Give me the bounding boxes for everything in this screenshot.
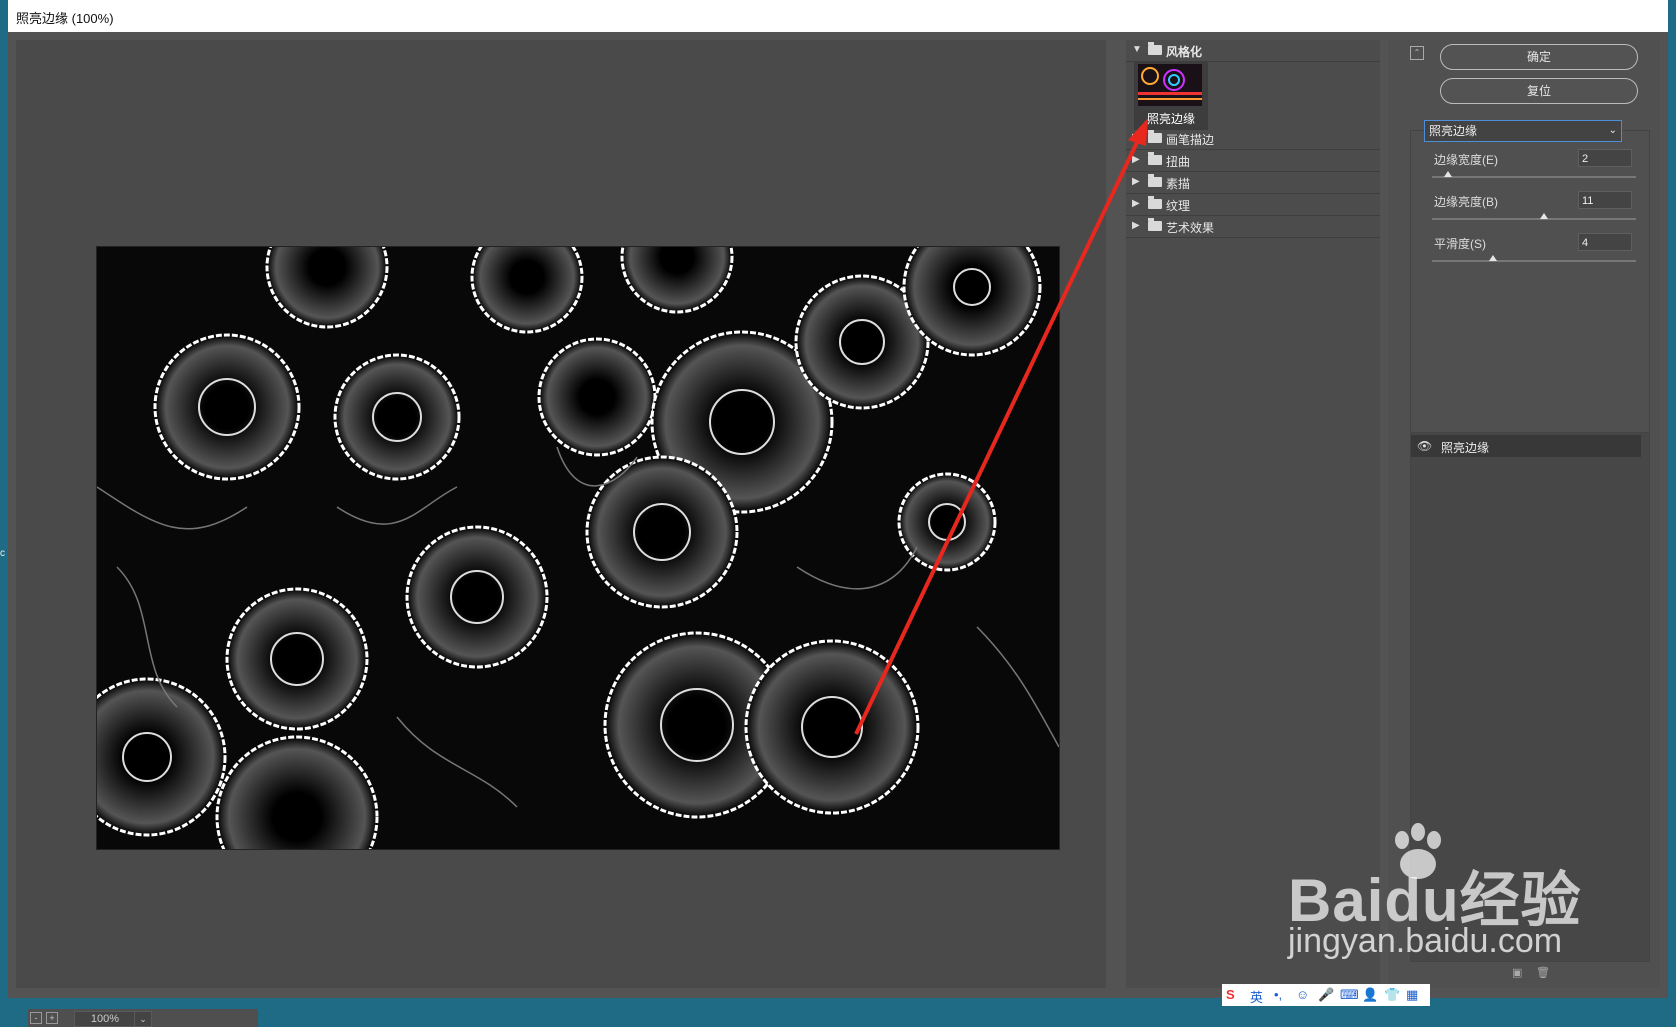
- keyboard-icon[interactable]: ⌨: [1340, 987, 1359, 1003]
- emoji-icon[interactable]: ☺: [1296, 987, 1309, 1002]
- watermark-url: jingyan.baidu.com: [1288, 922, 1563, 960]
- ime-toolbar[interactable]: S 英 •, ☺ 🎤 ⌨ 👤 👕 ▦: [1222, 984, 1430, 1006]
- grid-icon[interactable]: ▦: [1406, 987, 1418, 1003]
- baidu-watermark: Baidu经验 jingyan.baidu.com: [1288, 822, 1588, 972]
- sogou-logo-icon: S: [1226, 987, 1235, 1002]
- skin-icon[interactable]: 👕: [1384, 987, 1400, 1003]
- microphone-icon[interactable]: 🎤: [1318, 987, 1334, 1003]
- zoom-bar: - + 100% ⌄: [28, 1009, 258, 1027]
- user-icon[interactable]: 👤: [1362, 987, 1378, 1003]
- zoom-in-button[interactable]: +: [46, 1012, 58, 1024]
- punctuation-icon[interactable]: •,: [1274, 987, 1282, 1002]
- zoom-level[interactable]: 100%: [74, 1011, 136, 1027]
- zoom-dropdown-icon[interactable]: ⌄: [134, 1011, 152, 1027]
- zoom-out-button[interactable]: -: [30, 1012, 42, 1024]
- edge-marker: c: [0, 548, 5, 559]
- ime-language[interactable]: 英: [1250, 987, 1263, 1006]
